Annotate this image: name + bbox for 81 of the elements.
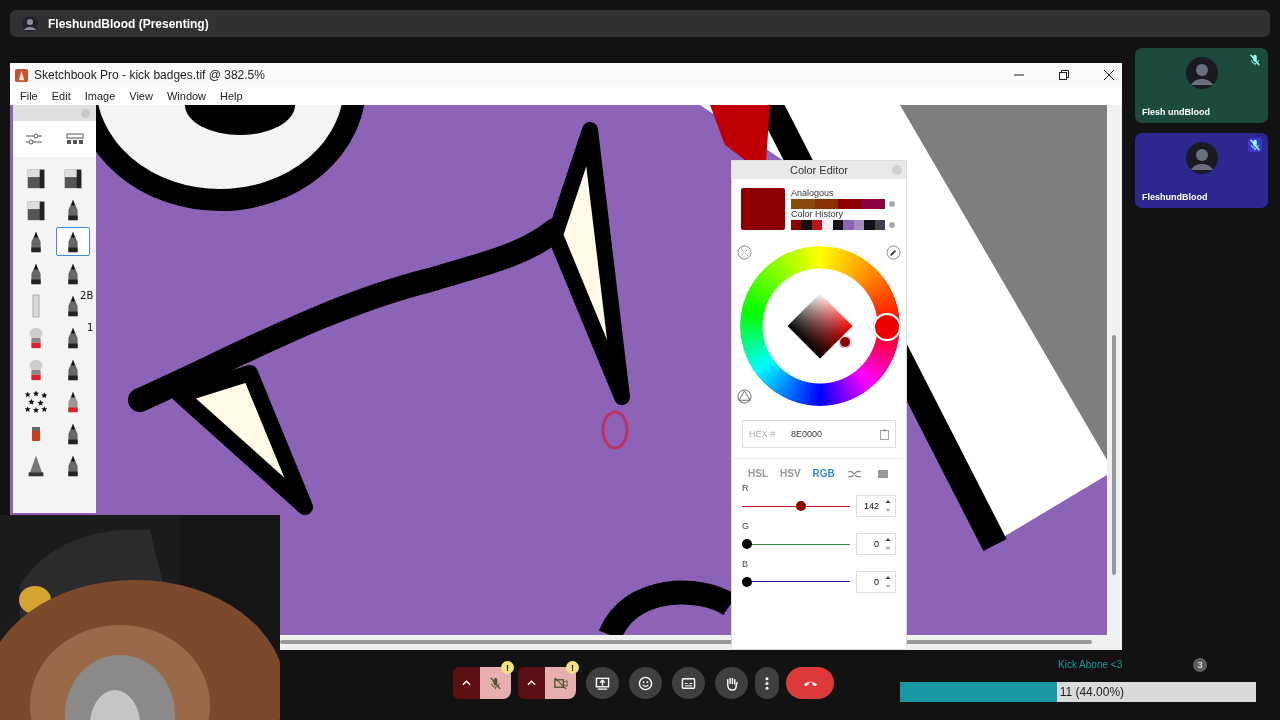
number-field[interactable]: 0 — [856, 571, 896, 593]
camera-off-icon — [553, 675, 568, 691]
color-chip[interactable] — [853, 220, 865, 230]
clipboard-icon[interactable] — [880, 428, 889, 440]
number-field[interactable]: 0 — [856, 533, 896, 555]
more-button[interactable] — [755, 667, 779, 699]
channel-label: B — [742, 559, 749, 571]
emoji-button[interactable] — [629, 667, 662, 699]
participant-name: FleshundBlood — [1142, 192, 1208, 202]
captions-icon — [681, 675, 696, 691]
present-icon — [595, 675, 610, 691]
presenter-name: FleshundBlood (Presenting) — [48, 16, 209, 31]
reset-icon[interactable] — [737, 245, 752, 260]
warning-badge: ! — [566, 661, 579, 674]
menu-item[interactable]: Help — [220, 90, 243, 102]
participant-tile[interactable]: Flesh undBlood — [1135, 48, 1268, 123]
channel-label: G — [742, 521, 750, 533]
mode-tab[interactable]: RGB — [812, 468, 835, 479]
warning-badge: ! — [501, 661, 514, 674]
participant-tile[interactable]: FleshundBlood — [1135, 133, 1268, 208]
menu-item[interactable]: Window — [166, 90, 207, 102]
captions-button[interactable] — [672, 667, 705, 699]
color-chip[interactable] — [791, 199, 815, 209]
count-badge: 3 — [1193, 658, 1207, 672]
muted-mic-icon — [488, 675, 503, 691]
dots-icon — [765, 675, 769, 691]
microphone-button[interactable] — [480, 667, 511, 699]
sliders-icon[interactable] — [23, 132, 44, 146]
present-button[interactable] — [586, 667, 619, 699]
color-chip[interactable] — [811, 220, 823, 230]
slider-thumb[interactable] — [795, 501, 806, 511]
panel-title: Color Editor — [789, 164, 849, 176]
progress-reading: 11 (44.00%) — [1059, 685, 1125, 699]
spinner-icon[interactable] — [885, 537, 891, 551]
analogous-label: Analogous — [791, 188, 835, 199]
grid-icon[interactable] — [65, 132, 86, 146]
avatar-icon — [22, 15, 38, 32]
color-chip[interactable] — [838, 199, 862, 209]
hex-field[interactable]: HEX # 8E0000 — [742, 420, 896, 448]
menu-item[interactable]: Edit — [51, 90, 71, 102]
end-call-button[interactable] — [786, 667, 834, 699]
poll-label: Kick Abone <3 — [1058, 659, 1123, 670]
slider-thumb[interactable] — [742, 577, 752, 587]
brush-tool[interactable]: 1 — [56, 323, 91, 352]
color-chip[interactable] — [822, 220, 833, 230]
restore-icon[interactable] — [1059, 70, 1069, 80]
app-icon — [15, 68, 28, 82]
camera-button[interactable] — [545, 667, 576, 699]
brush-tool[interactable]: 2B — [56, 291, 91, 320]
number-field[interactable]: 142 — [856, 495, 896, 517]
color-chip[interactable] — [864, 220, 875, 230]
color-chip[interactable] — [791, 220, 802, 230]
menu-item[interactable]: View — [129, 90, 153, 102]
vertical-scrollbar[interactable] — [1107, 105, 1122, 635]
stars-icon — [22, 389, 49, 414]
menu-item[interactable]: File — [20, 90, 38, 102]
color-chip[interactable] — [843, 220, 854, 230]
participant-name: Flesh undBlood — [1142, 107, 1210, 117]
window-title: Sketchbook Pro - kick badges.tif @ 382.5% — [34, 68, 265, 82]
avatar-icon — [1186, 57, 1218, 89]
color-chip[interactable] — [874, 220, 885, 230]
caret-icon — [462, 680, 471, 686]
menu-item[interactable]: Image — [84, 90, 116, 102]
spinner-icon[interactable] — [885, 575, 891, 589]
slider-thumb[interactable] — [742, 539, 752, 549]
color-chip[interactable] — [861, 199, 885, 209]
eyedropper-icon[interactable] — [886, 245, 901, 260]
raise-hand-button[interactable] — [715, 667, 748, 699]
smiley-icon — [638, 675, 653, 691]
shuffle-icon[interactable] — [846, 468, 863, 479]
hand-icon — [724, 675, 739, 691]
avatar-icon — [1186, 142, 1218, 174]
color-chip[interactable] — [832, 220, 844, 230]
color-chip[interactable] — [814, 199, 838, 209]
channel-label: R — [742, 483, 750, 495]
brush-tool[interactable] — [56, 227, 91, 256]
history-label: Color History — [791, 209, 844, 220]
spinner-icon[interactable] — [885, 499, 891, 513]
triangle-icon[interactable] — [737, 389, 752, 404]
color-chip[interactable] — [801, 220, 812, 230]
caret-icon — [527, 680, 536, 686]
